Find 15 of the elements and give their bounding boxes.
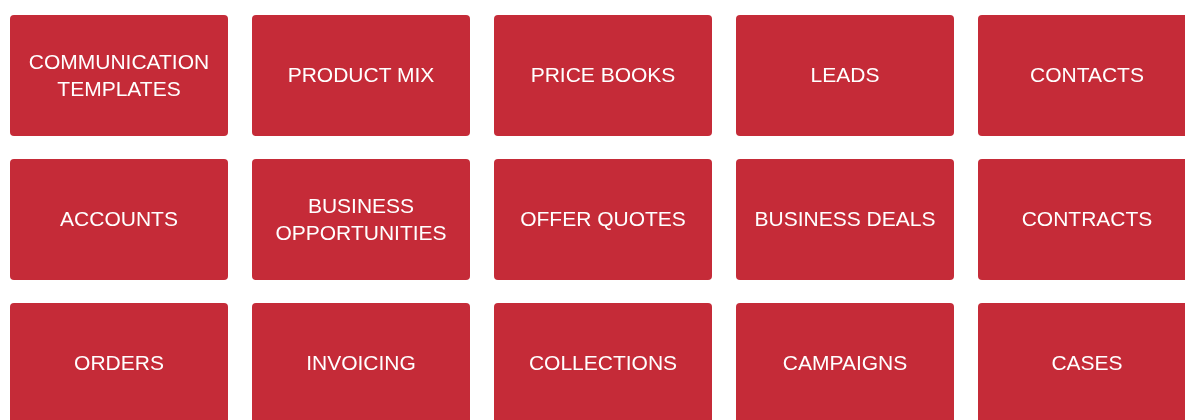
module-button[interactable]: CASES [978,303,1185,420]
module-button[interactable]: PRODUCT MIX [252,15,470,136]
module-button[interactable]: COLLECTIONS [494,303,712,420]
module-button[interactable]: PRICE BOOKS [494,15,712,136]
module-button[interactable]: CAMPAIGNS [736,303,954,420]
module-button[interactable]: ORDERS [10,303,228,420]
module-button[interactable]: ACCOUNTS [10,159,228,280]
module-button[interactable]: CONTACTS [978,15,1185,136]
module-button[interactable]: CONTRACTS [978,159,1185,280]
module-button[interactable]: OFFER QUOTES [494,159,712,280]
module-button[interactable]: COMMUNICATION TEMPLATES [10,15,228,136]
module-button[interactable]: BUSINESS OPPORTUNITIES [252,159,470,280]
module-button[interactable]: LEADS [736,15,954,136]
module-button[interactable]: INVOICING [252,303,470,420]
module-button[interactable]: BUSINESS DEALS [736,159,954,280]
